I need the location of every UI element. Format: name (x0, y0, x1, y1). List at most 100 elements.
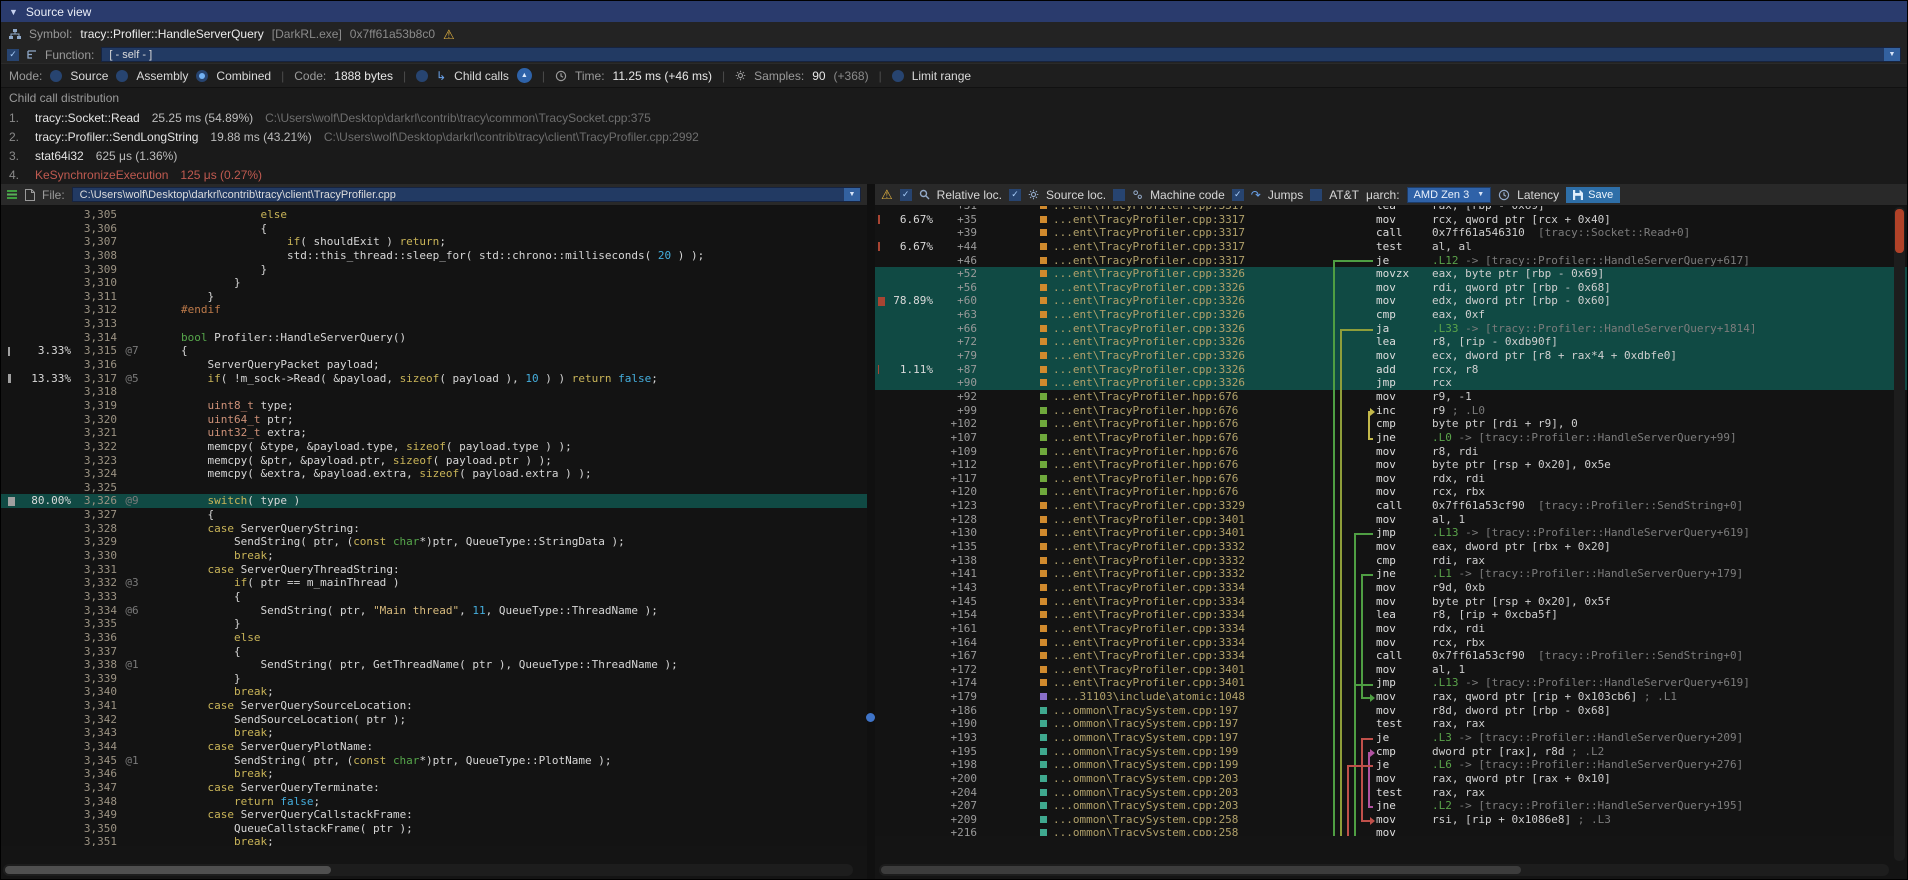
asm-mnemonic[interactable]: jmp (1376, 526, 1432, 540)
asm-mnemonic[interactable]: cmp (1376, 417, 1432, 431)
source-line-annotation[interactable] (117, 522, 147, 536)
asm-mnemonic[interactable]: lea (1376, 608, 1432, 622)
source-line-number[interactable]: 3,343 (71, 726, 117, 740)
source-line-annotation[interactable] (117, 208, 147, 222)
asm-mnemonic[interactable]: mov (1376, 704, 1432, 718)
asm-mnemonic[interactable]: mov (1376, 458, 1432, 472)
asm-offset[interactable]: +161 (933, 622, 977, 636)
asm-offset[interactable]: +92 (933, 390, 977, 404)
source-line-number[interactable]: 3,328 (71, 522, 117, 536)
source-line-number[interactable]: 3,351 (71, 835, 117, 846)
source-line-annotation[interactable] (117, 672, 147, 686)
child-call-entry[interactable]: 3. stat64i32 625 μs (1.36%) (9, 146, 1899, 165)
source-line[interactable]: 3,351 break; (1, 835, 867, 846)
asm-source-location[interactable]: ...ent\TracyProfiler.cpp:3334 (1053, 649, 1245, 663)
radio-mode-assembly-label[interactable]: Assembly (136, 69, 188, 83)
asm-source-location[interactable]: ...ent\TracyProfiler.cpp:3334 (1053, 581, 1245, 595)
asm-mnemonic[interactable]: mov (1376, 581, 1432, 595)
limit-range-label[interactable]: Limit range (912, 69, 971, 83)
asm-row[interactable]: +195 ...ommon\TracySystem.cpp:199 cmp dw… (875, 745, 1907, 759)
asm-row[interactable]: +179 ....31103\include\atomic:1048 mov r… (875, 690, 1907, 704)
asm-offset[interactable]: +154 (933, 608, 977, 622)
source-line-annotation[interactable]: @9 (117, 494, 147, 508)
asm-source-location[interactable]: ...ommon\TracySystem.cpp:199 (1053, 745, 1245, 759)
checkbox-limit-range[interactable] (892, 70, 904, 82)
asm-mnemonic[interactable]: je (1376, 254, 1432, 268)
asm-mnemonic[interactable]: mov (1376, 636, 1432, 650)
asm-source-location[interactable]: ...ent\TracyProfiler.cpp:3401 (1053, 526, 1245, 540)
asm-row[interactable]: +174 ...ent\TracyProfiler.cpp:3401 jmp .… (875, 676, 1907, 690)
source-line[interactable]: 3,305 else (1, 208, 867, 222)
save-button[interactable]: Save (1566, 187, 1620, 203)
asm-source-location[interactable]: ...ommon\TracySystem.cpp:203 (1053, 799, 1245, 813)
source-line-number[interactable]: 3,345 (71, 754, 117, 768)
source-line-annotation[interactable] (117, 508, 147, 522)
splitter-grip[interactable] (866, 713, 875, 722)
asm-row[interactable]: +145 ...ent\TracyProfiler.cpp:3334 mov b… (875, 595, 1907, 609)
source-line[interactable]: 3,336 else (1, 631, 867, 645)
scrollbar-thumb[interactable] (1895, 209, 1904, 253)
source-line[interactable]: 3,310 } (1, 276, 867, 290)
source-line-number[interactable]: 3,322 (71, 440, 117, 454)
source-line-number[interactable]: 3,338 (71, 658, 117, 672)
source-line[interactable]: 3,311 } (1, 290, 867, 304)
source-line[interactable]: 80.00% 3,326 @9 switch( type ) (1, 494, 867, 508)
source-line-annotation[interactable] (117, 781, 147, 795)
source-line[interactable]: 3,338 @1 SendString( ptr, GetThreadName(… (1, 658, 867, 672)
asm-offset[interactable]: +195 (933, 745, 977, 759)
source-line-number[interactable]: 3,341 (71, 699, 117, 713)
radio-mode-combined[interactable] (196, 70, 208, 82)
source-line-number[interactable]: 3,347 (71, 781, 117, 795)
source-line[interactable]: 3,321 uint32_t extra; (1, 426, 867, 440)
source-line[interactable]: 3,308 std::this_thread::sleep_for( std::… (1, 249, 867, 263)
source-line-annotation[interactable] (117, 222, 147, 236)
source-line[interactable]: 3,316 ServerQueryPacket payload; (1, 358, 867, 372)
source-line-annotation[interactable] (117, 535, 147, 549)
asm-mnemonic[interactable]: lea (1376, 206, 1432, 213)
source-line-number[interactable]: 3,320 (71, 413, 117, 427)
radio-mode-combined-label[interactable]: Combined (216, 69, 271, 83)
asm-row[interactable]: +135 ...ent\TracyProfiler.cpp:3332 mov e… (875, 540, 1907, 554)
asm-offset[interactable]: +172 (933, 663, 977, 677)
asm-offset[interactable]: +204 (933, 786, 977, 800)
source-line[interactable]: 3,332 @3 if( ptr == m_mainThread ) (1, 576, 867, 590)
asm-offset[interactable]: +112 (933, 458, 977, 472)
source-line-annotation[interactable] (117, 358, 147, 372)
source-line-number[interactable]: 3,335 (71, 617, 117, 631)
source-line-annotation[interactable] (117, 276, 147, 290)
pane-splitter[interactable] (867, 184, 875, 880)
asm-source-location[interactable]: ...ommon\TracySystem.cpp:197 (1053, 731, 1245, 745)
asm-row[interactable]: +123 ...ent\TracyProfiler.cpp:3329 call … (875, 499, 1907, 513)
asm-mnemonic[interactable]: cmp (1376, 308, 1432, 322)
asm-mnemonic[interactable]: mov (1376, 349, 1432, 363)
asm-offset[interactable]: +130 (933, 526, 977, 540)
asm-offset[interactable]: +87 (933, 363, 977, 377)
asm-source-location[interactable]: ...ent\TracyProfiler.cpp:3334 (1053, 608, 1245, 622)
source-line-annotation[interactable] (117, 413, 147, 427)
source-line[interactable]: 3,337 { (1, 645, 867, 659)
checkbox-jumps[interactable] (1232, 189, 1244, 201)
source-line-annotation[interactable] (117, 317, 147, 331)
source-line[interactable]: 3,331 case ServerQueryThreadString: (1, 563, 867, 577)
asm-mnemonic[interactable]: call (1376, 226, 1432, 240)
source-loc-label[interactable]: Source loc. (1046, 188, 1106, 202)
asm-offset[interactable]: +164 (933, 636, 977, 650)
latency-label[interactable]: Latency (1517, 188, 1559, 202)
source-line[interactable]: 3,328 case ServerQueryString: (1, 522, 867, 536)
asm-offset[interactable]: +99 (933, 404, 977, 418)
source-line[interactable]: 3,350 QueueCallstackFrame( ptr ); (1, 822, 867, 836)
asm-source-location[interactable]: ...ent\TracyProfiler.cpp:3317 (1053, 206, 1245, 213)
asm-row[interactable]: +167 ...ent\TracyProfiler.cpp:3334 call … (875, 649, 1907, 663)
asm-source-location[interactable]: ...ent\TracyProfiler.cpp:3317 (1053, 226, 1245, 240)
asm-row[interactable]: 6.67% +35 ...ent\TracyProfiler.cpp:3317 … (875, 213, 1907, 227)
asm-offset[interactable]: +102 (933, 417, 977, 431)
source-line[interactable]: 3,340 break; (1, 685, 867, 699)
asm-offset[interactable]: +39 (933, 226, 977, 240)
source-line-number[interactable]: 3,329 (71, 535, 117, 549)
asm-row[interactable]: +172 ...ent\TracyProfiler.cpp:3401 mov a… (875, 663, 1907, 677)
asm-mnemonic[interactable]: mov (1376, 540, 1432, 554)
asm-source-location[interactable]: ...ent\TracyProfiler.hpp:676 (1053, 458, 1245, 472)
asm-source-location[interactable]: ...ommon\TracySystem.cpp:197 (1053, 704, 1245, 718)
source-line-number[interactable]: 3,306 (71, 222, 117, 236)
asm-offset[interactable]: +167 (933, 649, 977, 663)
